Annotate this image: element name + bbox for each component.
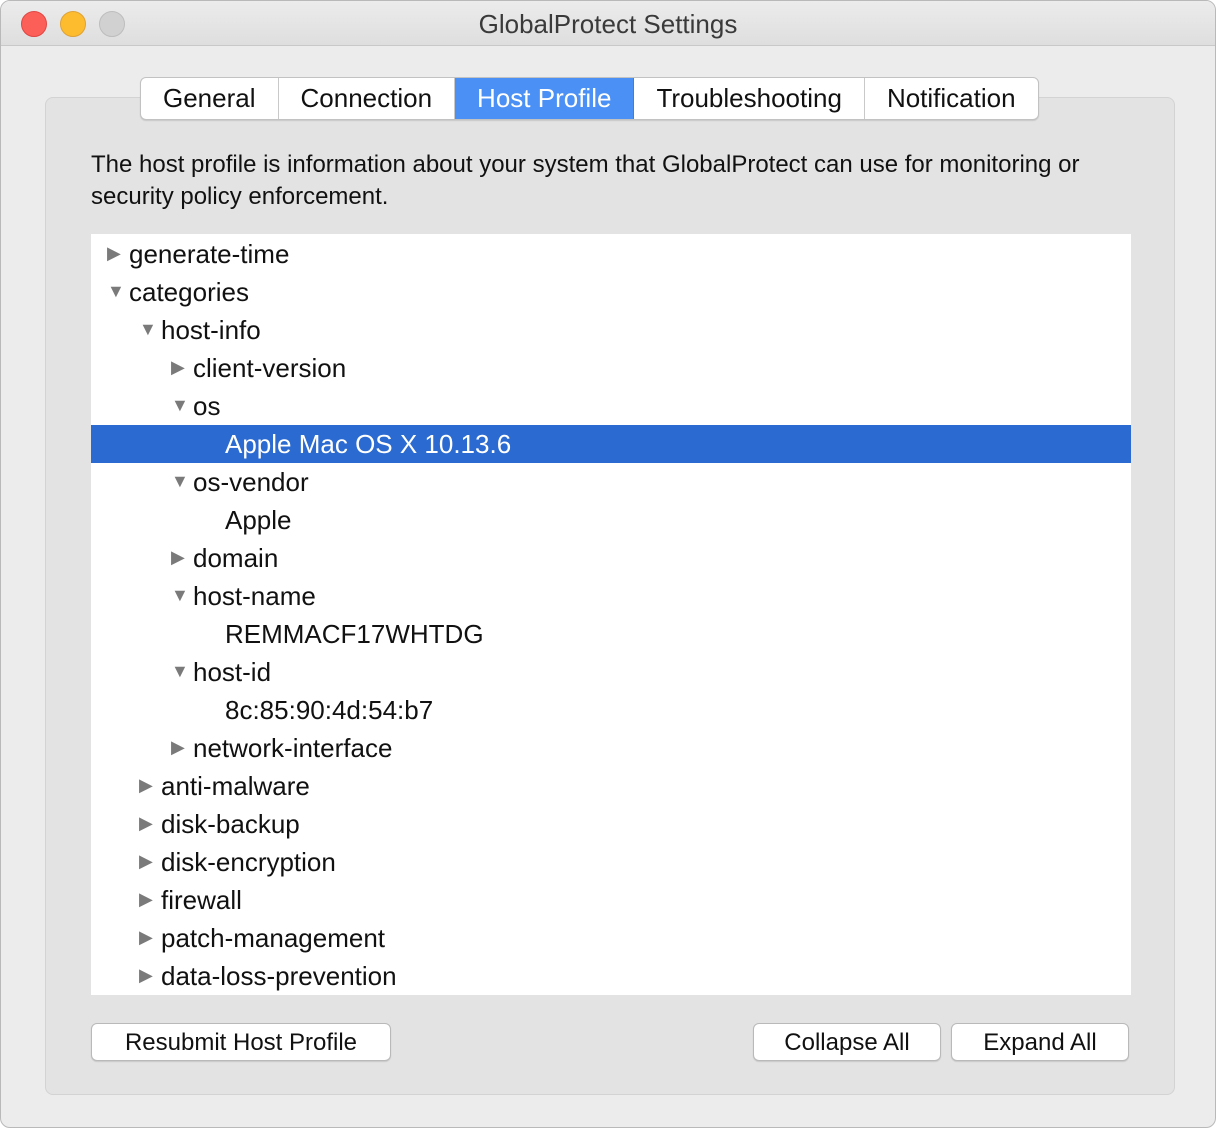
tree-node-row[interactable]: ▼ host-name xyxy=(91,577,1131,615)
tab-host-profile[interactable]: Host Profile xyxy=(455,78,635,119)
disclosure-triangle-expanded-icon[interactable]: ▼ xyxy=(171,653,189,691)
tab-bar: General Connection Host Profile Troubles… xyxy=(140,77,1039,120)
tree-item-label: 8c:85:90:4d:54:b7 xyxy=(225,695,434,725)
disclosure-triangle-collapsed-icon[interactable]: ▶ xyxy=(171,349,189,387)
tree-node-row[interactable]: ▶ anti-malware xyxy=(91,767,1131,805)
disclosure-triangle-collapsed-icon[interactable]: ▶ xyxy=(139,919,157,957)
disclosure-triangle-collapsed-icon[interactable]: ▶ xyxy=(171,539,189,577)
tree-item-label: patch-management xyxy=(161,923,386,953)
tree-node-row[interactable]: ▼ os-vendor xyxy=(91,463,1131,501)
disclosure-triangle-collapsed-icon[interactable]: ▶ xyxy=(139,881,157,919)
tree-node-row[interactable]: ▶ domain xyxy=(91,539,1131,577)
tree-node-row[interactable]: ▼ categories xyxy=(91,273,1131,311)
tab-notification[interactable]: Notification xyxy=(865,78,1038,119)
tree-item-label: client-version xyxy=(193,353,347,383)
tree-node-row[interactable]: ▶ disk-backup xyxy=(91,805,1131,843)
tree-item-label: os xyxy=(193,391,221,421)
tree-item-label: os-vendor xyxy=(193,467,309,497)
tree-item-label: Apple xyxy=(225,505,292,535)
tab-general[interactable]: General xyxy=(141,78,279,119)
disclosure-triangle-expanded-icon[interactable]: ▼ xyxy=(139,311,157,349)
disclosure-triangle-expanded-icon[interactable]: ▼ xyxy=(107,273,125,311)
tree-item-label: domain xyxy=(193,543,279,573)
title-bar[interactable]: GlobalProtect Settings xyxy=(1,1,1215,46)
tree-value-row[interactable]: Apple Mac OS X 10.13.6 xyxy=(91,425,1131,463)
tab-connection[interactable]: Connection xyxy=(279,78,456,119)
disclosure-triangle-expanded-icon[interactable]: ▼ xyxy=(171,463,189,501)
tree-node-row[interactable]: ▶ client-version xyxy=(91,349,1131,387)
host-profile-tree[interactable]: ▶ generate-time ▼ categories ▼ host-info ▶ clie… xyxy=(91,234,1131,995)
tree-item-label: firewall xyxy=(161,885,242,915)
tree-node-row[interactable]: ▶ data-loss-prevention xyxy=(91,957,1131,995)
tree-node-row[interactable]: ▶ firewall xyxy=(91,881,1131,919)
tree-item-label: generate-time xyxy=(129,239,290,269)
tree-item-label: host-info xyxy=(161,315,261,345)
disclosure-triangle-expanded-icon[interactable]: ▼ xyxy=(171,387,189,425)
tree-item-label: host-id xyxy=(193,657,272,687)
tree-node-row[interactable]: ▶ disk-encryption xyxy=(91,843,1131,881)
disclosure-triangle-collapsed-icon[interactable]: ▶ xyxy=(139,805,157,843)
tree-node-row[interactable]: ▶ network-interface xyxy=(91,729,1131,767)
settings-window: GlobalProtect Settings General Connectio… xyxy=(0,0,1216,1128)
tree-value-row[interactable]: Apple xyxy=(91,501,1131,539)
tree-node-row[interactable]: ▶ generate-time xyxy=(91,235,1131,273)
tree-item-label: disk-encryption xyxy=(161,847,336,877)
tree-item-label: anti-malware xyxy=(161,771,310,801)
tree-node-row[interactable]: ▼ os xyxy=(91,387,1131,425)
tree-item-label: REMMACF17WHTDG xyxy=(225,619,484,649)
tree-value-row[interactable]: 8c:85:90:4d:54:b7 xyxy=(91,691,1131,729)
tree-item-label: categories xyxy=(129,277,249,307)
tree-value-row[interactable]: REMMACF17WHTDG xyxy=(91,615,1131,653)
tree-item-label: host-name xyxy=(193,581,316,611)
tree-item-label: data-loss-prevention xyxy=(161,961,397,991)
expand-all-button[interactable]: Expand All xyxy=(951,1023,1129,1061)
disclosure-triangle-expanded-icon[interactable]: ▼ xyxy=(171,577,189,615)
disclosure-triangle-collapsed-icon[interactable]: ▶ xyxy=(139,843,157,881)
resubmit-host-profile-button[interactable]: Resubmit Host Profile xyxy=(91,1023,391,1061)
collapse-all-button[interactable]: Collapse All xyxy=(753,1023,941,1061)
disclosure-triangle-collapsed-icon[interactable]: ▶ xyxy=(139,767,157,805)
window-title: GlobalProtect Settings xyxy=(478,9,738,39)
disclosure-triangle-collapsed-icon[interactable]: ▶ xyxy=(107,235,125,273)
tree-item-label: disk-backup xyxy=(161,809,300,839)
tab-troubleshooting[interactable]: Troubleshooting xyxy=(634,78,865,119)
disclosure-triangle-collapsed-icon[interactable]: ▶ xyxy=(171,729,189,767)
tree-node-row[interactable]: ▼ host-id xyxy=(91,653,1131,691)
tree-node-row[interactable]: ▼ host-info xyxy=(91,311,1131,349)
disclosure-triangle-collapsed-icon[interactable]: ▶ xyxy=(139,957,157,995)
tree-node-row[interactable]: ▶ patch-management xyxy=(91,919,1131,957)
tree-item-label: network-interface xyxy=(193,733,393,763)
tree-item-label: Apple Mac OS X 10.13.6 xyxy=(225,429,512,459)
host-profile-description: The host profile is information about yo… xyxy=(91,151,1080,210)
